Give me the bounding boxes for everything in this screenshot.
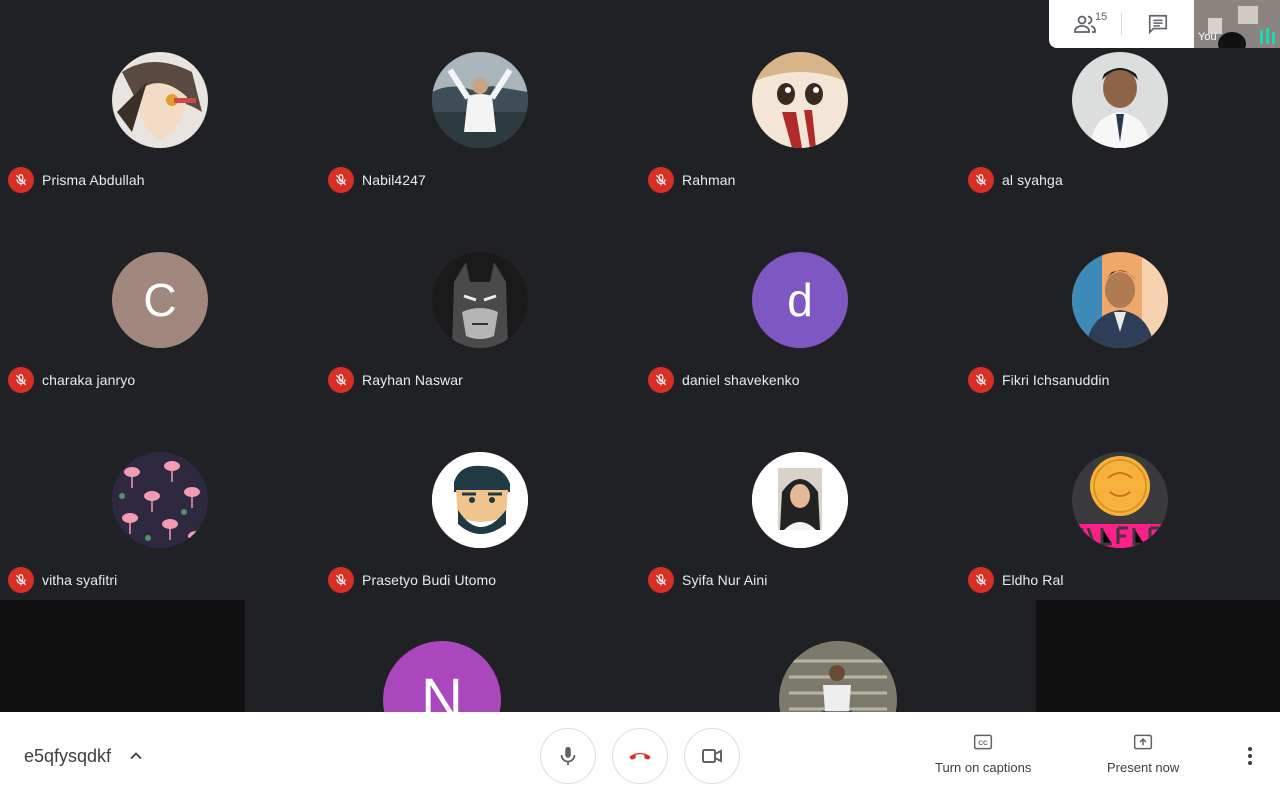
microphone-icon	[560, 746, 576, 766]
chat-icon	[1148, 14, 1168, 35]
participants-button[interactable]: 15	[1049, 0, 1121, 48]
meeting-code[interactable]: e5qfysqdkf	[24, 746, 111, 767]
participant-avatar	[1072, 252, 1168, 348]
chat-button[interactable]	[1122, 0, 1194, 48]
leave-call-button[interactable]	[612, 728, 668, 784]
video-camera-icon	[702, 749, 722, 763]
mic-muted-icon	[648, 367, 674, 393]
captions-label: Turn on captions	[935, 760, 1032, 775]
participant-name: Rahman	[682, 172, 736, 188]
avatar-initial: C	[143, 274, 177, 326]
participant-tile[interactable]: d daniel shavekenko	[640, 200, 960, 400]
participant-tile[interactable]: Fikri Ichsanuddin	[960, 200, 1280, 400]
mic-muted-icon	[8, 167, 34, 193]
participant-avatar	[112, 52, 208, 148]
avatar-initial: d	[787, 274, 813, 326]
captions-button[interactable]: CC Turn on captions	[935, 732, 1031, 775]
mic-muted-icon	[8, 567, 34, 593]
participant-avatar: d	[752, 252, 848, 348]
participant-avatar	[1072, 52, 1168, 148]
mic-muted-icon	[328, 167, 354, 193]
present-label: Present now	[1107, 760, 1180, 775]
participant-tile[interactable]: Prasetyo Budi Utomo	[320, 400, 640, 600]
participant-name: Prasetyo Budi Utomo	[362, 572, 497, 588]
participant-name: vitha syafitri	[42, 572, 118, 588]
self-label: You	[1198, 31, 1217, 43]
participant-tile[interactable]: Nabil4247	[320, 0, 640, 200]
mic-muted-icon	[8, 367, 34, 393]
camera-button[interactable]	[684, 728, 740, 784]
participant-count: 15	[1095, 11, 1108, 23]
participant-name: charaka janryo	[42, 372, 136, 388]
mic-muted-icon	[968, 367, 994, 393]
participant-avatar: C	[112, 252, 208, 348]
present-screen-icon	[1134, 734, 1153, 750]
participant-name: Prisma Abdullah	[42, 172, 145, 188]
participant-avatar	[752, 452, 848, 548]
mic-muted-icon	[328, 567, 354, 593]
self-view-tile[interactable]: You	[1194, 0, 1280, 48]
svg-text:CC: CC	[978, 740, 988, 747]
participant-tile[interactable]: Rayhan Naswar	[320, 200, 640, 400]
mic-muted-icon	[648, 167, 674, 193]
top-controls-panel: 15	[1049, 0, 1194, 48]
participant-tile[interactable]: Prisma Abdullah	[0, 0, 320, 200]
people-icon	[1074, 15, 1096, 33]
bottom-control-bar: e5qfysqdkf CC Turn on captions Present n…	[0, 712, 1280, 800]
participant-tile[interactable]: Syifa Nur Aini	[640, 400, 960, 600]
participant-name: Nabil4247	[362, 172, 426, 188]
participant-avatar	[112, 452, 208, 548]
more-vert-icon	[1248, 747, 1252, 765]
participant-tile[interactable]: Eldho Ral	[960, 400, 1280, 600]
participant-tile[interactable]: Rahman	[640, 0, 960, 200]
participant-avatar	[432, 252, 528, 348]
participant-tile[interactable]: C charaka janryo	[0, 200, 320, 400]
participant-name: Fikri Ichsanuddin	[1002, 372, 1110, 388]
mic-muted-icon	[328, 367, 354, 393]
meeting-stage: Prisma Abdullah Nabil4247 Rahman al syah…	[0, 0, 1280, 800]
participant-avatar	[432, 452, 528, 548]
mic-muted-icon	[968, 167, 994, 193]
empty-tile-left	[0, 600, 245, 712]
participant-name: Eldho Ral	[1002, 572, 1064, 588]
hang-up-icon	[629, 753, 651, 760]
more-options-button[interactable]	[1238, 744, 1262, 768]
closed-captions-icon: CC	[974, 734, 993, 750]
present-now-button[interactable]: Present now	[1107, 732, 1179, 775]
participant-name: Syifa Nur Aini	[682, 572, 768, 588]
participant-name: daniel shavekenko	[682, 372, 800, 388]
participant-avatar	[432, 52, 528, 148]
mic-muted-icon	[648, 567, 674, 593]
participant-avatar	[1072, 452, 1168, 548]
participant-name: al syahga	[1002, 172, 1063, 188]
participant-name: Rayhan Naswar	[362, 372, 463, 388]
microphone-button[interactable]	[540, 728, 596, 784]
participant-tile[interactable]: vitha syafitri	[0, 400, 320, 600]
mic-muted-icon	[968, 567, 994, 593]
participant-avatar	[752, 52, 848, 148]
chevron-up-icon[interactable]	[126, 746, 146, 766]
empty-tile-right	[1036, 600, 1280, 712]
